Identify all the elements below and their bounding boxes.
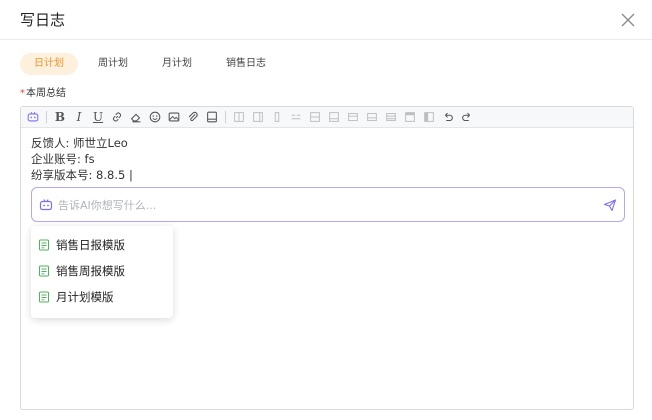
- required-mark: *: [20, 88, 25, 99]
- template-option-sales-weekly[interactable]: 销售周报模版: [31, 258, 173, 284]
- tab-weekly-plan[interactable]: 周计划: [84, 53, 142, 75]
- undo-icon[interactable]: [440, 109, 456, 125]
- bold-label: B: [54, 110, 66, 124]
- content-line: 反馈人: 师世立Leo: [31, 136, 128, 150]
- toolbar-divider: [46, 111, 47, 123]
- insert-column-icon[interactable]: [231, 109, 247, 125]
- emoji-icon[interactable]: [147, 109, 163, 125]
- field-label: *本周总结: [20, 87, 66, 101]
- field-label-text: 本周总结: [26, 88, 66, 99]
- template-doc-icon: [39, 291, 49, 303]
- plan-tabs: 日计划 周计划 月计划 销售日志: [20, 53, 280, 75]
- delete-table-icon[interactable]: [421, 109, 437, 125]
- redo-icon[interactable]: [459, 109, 475, 125]
- italic-label: I: [76, 110, 82, 124]
- template-icon[interactable]: [204, 109, 220, 125]
- rich-text-editor[interactable]: B I U 反馈人: 师世立Leo 企业账号: fs 纷享版本号: 8.8.5 …: [20, 106, 634, 410]
- template-option-label: 销售周报模版: [56, 264, 125, 278]
- insert-column-right-icon[interactable]: [250, 109, 266, 125]
- content-line: 企业账号: fs: [31, 152, 95, 166]
- ai-bot-icon: [38, 197, 54, 213]
- tab-daily-plan[interactable]: 日计划: [20, 53, 78, 75]
- insert-row-icon[interactable]: [307, 109, 323, 125]
- template-option-label: 月计划模版: [56, 290, 114, 304]
- insert-row-below-icon[interactable]: [326, 109, 342, 125]
- template-option-sales-daily[interactable]: 销售日报模版: [31, 232, 173, 258]
- tab-sales-log[interactable]: 销售日志: [212, 53, 280, 75]
- underline-button[interactable]: U: [90, 109, 106, 125]
- table-header-icon[interactable]: [383, 109, 399, 125]
- template-option-monthly-plan[interactable]: 月计划模版: [31, 284, 173, 310]
- toolbar-divider: [225, 111, 226, 123]
- template-dropdown: 销售日报模版 销售周报模版 月计划模版: [31, 226, 173, 318]
- attachment-icon[interactable]: [185, 109, 201, 125]
- bold-button[interactable]: B: [52, 109, 68, 125]
- send-icon[interactable]: [602, 197, 618, 213]
- editor-toolbar: B I U: [21, 107, 633, 128]
- delete-column-icon[interactable]: [269, 109, 285, 125]
- delete-row-icon[interactable]: [345, 109, 361, 125]
- editor-content[interactable]: 反馈人: 师世立Leo 企业账号: fs 纷享版本号: 8.8.5 |: [31, 135, 133, 183]
- eraser-icon[interactable]: [128, 109, 144, 125]
- tab-monthly-plan[interactable]: 月计划: [148, 53, 206, 75]
- merge-cells-icon[interactable]: [288, 109, 304, 125]
- dialog-header: 写日志: [0, 0, 652, 40]
- ai-prompt-box[interactable]: 告诉AI你想写什么...: [31, 187, 625, 222]
- table-style-icon[interactable]: [402, 109, 418, 125]
- italic-button[interactable]: I: [71, 109, 87, 125]
- ai-prompt-input[interactable]: 告诉AI你想写什么...: [58, 198, 156, 213]
- content-line: 纷享版本号: 8.8.5 |: [31, 168, 133, 182]
- link-icon[interactable]: [109, 109, 125, 125]
- split-cell-icon[interactable]: [364, 109, 380, 125]
- close-icon[interactable]: [618, 10, 638, 30]
- write-log-dialog: 写日志 日计划 周计划 月计划 销售日志 *本周总结 B I U 反馈人: 师世…: [0, 0, 652, 420]
- template-doc-icon: [39, 239, 49, 251]
- image-icon[interactable]: [166, 109, 182, 125]
- template-doc-icon: [39, 265, 49, 277]
- dialog-title: 写日志: [20, 11, 66, 29]
- ai-assistant-icon[interactable]: [25, 109, 41, 125]
- underline-label: U: [92, 110, 104, 124]
- template-option-label: 销售日报模版: [56, 238, 125, 252]
